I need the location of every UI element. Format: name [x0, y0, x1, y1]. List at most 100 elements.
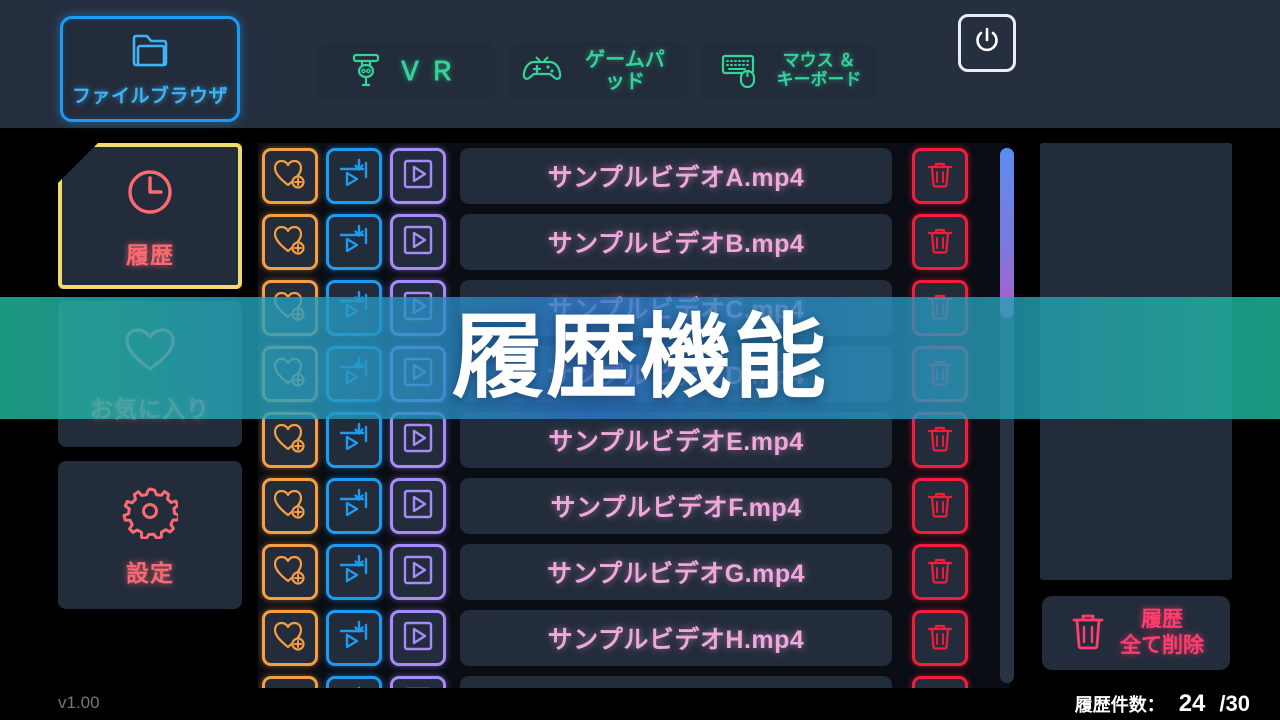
- trash-icon: [926, 621, 954, 656]
- play-from-start-button[interactable]: [326, 214, 382, 270]
- play-from-start-icon: [337, 223, 371, 262]
- play-from-start-icon: [337, 619, 371, 658]
- play-from-start-button[interactable]: [326, 544, 382, 600]
- gear-icon: [122, 483, 181, 544]
- video-filename: サンプルビデオH.mp4: [547, 626, 805, 654]
- play-boxed-icon: [401, 223, 435, 262]
- play-boxed-icon: [401, 553, 435, 592]
- delete-row-button[interactable]: [912, 412, 968, 468]
- play-from-start-icon: [337, 487, 371, 526]
- delete-all-history-button[interactable]: 履歴 全て削除: [1042, 596, 1230, 670]
- history-count: 履歴件数： 24 /30: [1075, 690, 1250, 718]
- video-filename: サンプルビデオA.mp4: [547, 164, 805, 192]
- power-button[interactable]: [958, 14, 1016, 72]
- delete-row-button[interactable]: [912, 478, 968, 534]
- play-from-start-button[interactable]: [326, 676, 382, 688]
- file-browser-button[interactable]: ファイルブラウザ: [60, 16, 240, 122]
- play-boxed-icon: [401, 157, 435, 196]
- history-count-max: /30: [1219, 691, 1250, 716]
- video-name-button[interactable]: サンプルビデオG.mp4: [460, 544, 892, 600]
- add-favorite-button[interactable]: [262, 676, 318, 688]
- play-from-start-button[interactable]: [326, 478, 382, 534]
- play-button[interactable]: [390, 676, 446, 688]
- history-row: サンプルビデオE.mp4: [262, 411, 968, 469]
- trash-icon: [926, 489, 954, 524]
- add-favorite-button[interactable]: [262, 610, 318, 666]
- history-row: サンプルビデオG.mp4: [262, 543, 968, 601]
- heart-plus-icon: [273, 488, 307, 525]
- sidebar-item-history[interactable]: 履歴: [58, 143, 242, 289]
- heart-plus-icon: [273, 554, 307, 591]
- play-from-start-icon: [337, 553, 371, 592]
- overlay-title: 履歴機能: [451, 307, 828, 409]
- sidebar-label-settings: 設定: [126, 559, 174, 586]
- mode-label-vr: ＶＲ: [396, 55, 461, 86]
- mode-button-gamepad[interactable]: ゲームパッド: [508, 42, 688, 100]
- play-button[interactable]: [390, 610, 446, 666]
- video-name-button[interactable]: サンプルビデオH.mp4: [460, 610, 892, 666]
- history-count-value: 24: [1178, 690, 1206, 717]
- history-row: サンプルビデオH.mp4: [262, 609, 968, 667]
- delete-row-button[interactable]: [912, 610, 968, 666]
- vr-controller-icon: [349, 49, 383, 94]
- mode-label-gamepad: ゲームパッド: [585, 49, 665, 93]
- play-button[interactable]: [390, 478, 446, 534]
- video-name-button[interactable]: [460, 676, 892, 688]
- keyboard-mouse-icon: [719, 49, 763, 94]
- trash-icon: [926, 225, 954, 260]
- add-favorite-button[interactable]: [262, 214, 318, 270]
- overlay-banner: 履歴機能: [0, 297, 1280, 419]
- video-filename: サンプルビデオB.mp4: [547, 230, 805, 258]
- file-browser-label: ファイルブラウザ: [71, 86, 228, 107]
- play-from-start-button[interactable]: [326, 412, 382, 468]
- video-name-button[interactable]: サンプルビデオA.mp4: [460, 148, 892, 204]
- play-from-start-icon: [337, 421, 371, 460]
- heart-plus-icon: [273, 224, 307, 261]
- delete-row-button[interactable]: [912, 148, 968, 204]
- list-scrollbar-thumb[interactable]: [1000, 148, 1014, 318]
- play-boxed-icon: [401, 487, 435, 526]
- heart-plus-icon: [273, 620, 307, 657]
- play-button[interactable]: [390, 544, 446, 600]
- delete-row-button[interactable]: [912, 214, 968, 270]
- play-button[interactable]: [390, 412, 446, 468]
- history-row: サンプルビデオB.mp4: [262, 213, 968, 271]
- play-button[interactable]: [390, 148, 446, 204]
- play-boxed-icon: [401, 619, 435, 658]
- delete-row-button[interactable]: [912, 676, 968, 688]
- video-filename: サンプルビデオF.mp4: [550, 494, 802, 522]
- delete-row-button[interactable]: [912, 544, 968, 600]
- delete-all-label: 履歴 全て削除: [1120, 607, 1204, 657]
- history-count-label: 履歴件数：: [1074, 695, 1165, 715]
- mode-button-mouse-keyboard[interactable]: マウス ＆ キーボード: [702, 42, 878, 100]
- play-from-start-button[interactable]: [326, 148, 382, 204]
- folder-icon: [126, 30, 174, 75]
- clock-icon: [121, 163, 179, 226]
- history-row: [262, 675, 968, 688]
- add-favorite-button[interactable]: [262, 478, 318, 534]
- mode-button-vr[interactable]: ＶＲ: [315, 42, 495, 100]
- video-filename: サンプルビデオG.mp4: [546, 560, 806, 588]
- trash-icon: [926, 423, 954, 458]
- add-favorite-button[interactable]: [262, 412, 318, 468]
- trash-icon: [926, 555, 954, 590]
- play-boxed-icon: [401, 421, 435, 460]
- add-favorite-button[interactable]: [262, 148, 318, 204]
- mode-label-mouse-keyboard: マウス ＆ キーボード: [776, 51, 862, 89]
- add-favorite-button[interactable]: [262, 544, 318, 600]
- video-name-button[interactable]: サンプルビデオF.mp4: [460, 478, 892, 534]
- video-name-button[interactable]: サンプルビデオE.mp4: [460, 412, 892, 468]
- heart-plus-icon: [273, 158, 307, 195]
- video-name-button[interactable]: サンプルビデオB.mp4: [460, 214, 892, 270]
- play-from-start-button[interactable]: [326, 610, 382, 666]
- heart-plus-icon: [273, 422, 307, 459]
- video-filename: サンプルビデオE.mp4: [548, 428, 804, 456]
- version-label: v1.00: [58, 693, 100, 712]
- sidebar-item-settings[interactable]: 設定: [58, 461, 242, 609]
- gamepad-icon: [522, 52, 562, 91]
- play-button[interactable]: [390, 214, 446, 270]
- app-root: ファイルブラウザ ＶＲ ゲームパッド マウス ＆ キーボード 履歴 設定 サンプ…: [0, 0, 1280, 720]
- sidebar-label-history: 履歴: [126, 241, 174, 268]
- play-from-start-icon: [337, 157, 371, 196]
- footer-bar: v1.00 履歴件数： 24 /30: [0, 688, 1280, 720]
